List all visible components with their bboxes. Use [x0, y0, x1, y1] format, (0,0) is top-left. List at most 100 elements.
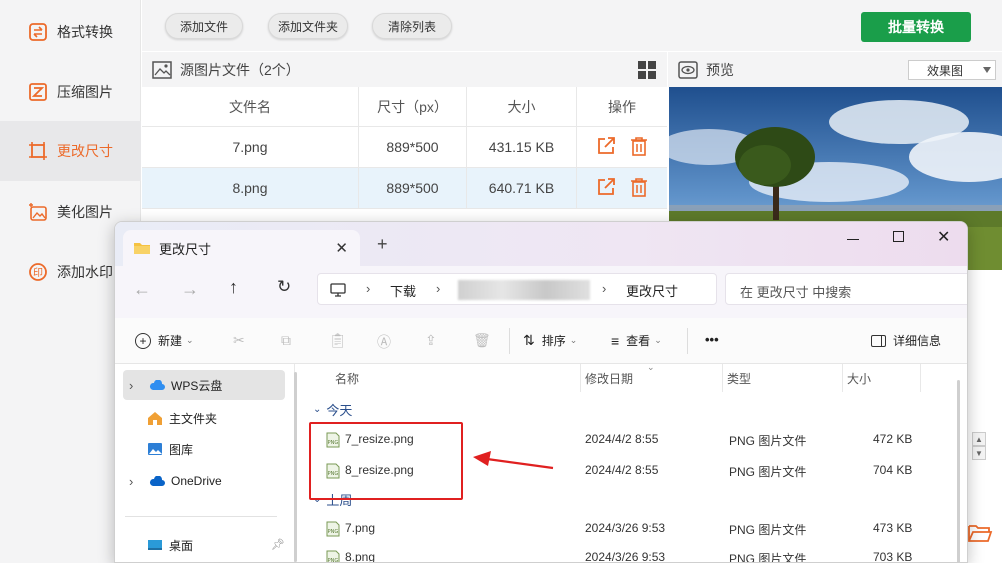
file-list-scrollbar[interactable]	[957, 380, 960, 562]
svg-text:PNG: PNG	[328, 529, 339, 535]
divider	[125, 516, 277, 517]
new-tab-icon[interactable]: +	[377, 234, 388, 255]
sort-indicator-icon: ⌄	[647, 362, 655, 372]
col-header-size[interactable]: 大小	[467, 87, 577, 127]
up-arrow-icon[interactable]: ↑	[229, 277, 238, 298]
resize-icon	[28, 141, 48, 161]
file-explorer-window: 更改尺寸 ✕ + ✕ ← → ↑ ↻ › 下载 › › 更改尺寸 在 更改尺寸 …	[114, 221, 968, 563]
breadcrumb[interactable]: › 下载 › › 更改尺寸	[317, 273, 717, 305]
nav-item-wps-cloud[interactable]: › WPS云盘	[123, 370, 285, 400]
source-row-dimensions: 889*500	[359, 168, 467, 209]
trash-icon[interactable]	[630, 136, 648, 159]
rename-icon[interactable]: Ⓐ	[377, 332, 391, 352]
pin-icon: 📌︎	[271, 539, 285, 551]
view-button[interactable]: ≡ 查看 ⌄	[611, 332, 662, 349]
preview-mode-select[interactable]: 效果图	[908, 60, 996, 80]
trash-icon[interactable]	[630, 177, 648, 200]
breadcrumb-item[interactable]: 下载	[390, 281, 416, 300]
back-arrow-icon[interactable]: ←	[133, 279, 151, 300]
source-row-filename[interactable]: 8.png	[142, 168, 359, 209]
copy-icon[interactable]: ⧉	[281, 332, 291, 349]
add-folder-button[interactable]: 添加文件夹	[268, 13, 348, 39]
blurred-path-segment	[458, 280, 590, 300]
nav-scrollbar[interactable]	[294, 372, 297, 562]
divider	[509, 328, 510, 354]
spinner-up-icon[interactable]: ▲	[972, 432, 986, 446]
source-files-header: 源图片文件（2个）	[142, 52, 667, 87]
file-name: 8.png	[345, 550, 376, 563]
col-header-filename[interactable]: 文件名	[142, 87, 359, 127]
preview-mode-value: 效果图	[927, 63, 964, 78]
more-options-icon[interactable]: •••	[705, 332, 719, 347]
sidebar-item-label: 添加水印	[57, 264, 113, 280]
col-header-type[interactable]: 类型	[723, 364, 843, 392]
open-external-icon[interactable]	[596, 136, 616, 159]
file-size: 473 KB	[873, 521, 913, 535]
eye-icon	[678, 60, 698, 79]
swap-icon	[28, 22, 48, 42]
details-button[interactable]: 详细信息	[871, 332, 941, 349]
new-button[interactable]: + 新建 ⌄	[135, 332, 194, 349]
computer-icon	[330, 283, 346, 300]
search-input[interactable]: 在 更改尺寸 中搜索	[725, 273, 967, 305]
col-header-dimensions[interactable]: 尺寸（px）	[359, 87, 467, 127]
chevron-down-icon	[983, 67, 991, 73]
paste-icon[interactable]: 📋︎	[329, 332, 347, 349]
forward-arrow-icon[interactable]: →	[181, 279, 199, 300]
source-files-title: 源图片文件（2个）	[180, 61, 300, 78]
minimize-icon[interactable]	[847, 239, 859, 240]
file-type: PNG 图片文件	[729, 552, 807, 563]
file-date: 2024/3/26 9:53	[585, 550, 666, 563]
open-folder-icon[interactable]	[967, 522, 993, 549]
gallery-icon	[147, 442, 163, 456]
source-row-dimensions: 889*500	[359, 127, 467, 168]
sidebar-item-label: 压缩图片	[57, 84, 113, 100]
clear-list-button[interactable]: 清除列表	[372, 13, 452, 39]
file-row[interactable]: PNG 7.png 2024/3/26 9:53 PNG 图片文件 473 KB	[305, 513, 945, 543]
explorer-tab[interactable]: 更改尺寸 ✕	[123, 230, 360, 266]
nav-item-desktop[interactable]: 桌面 📌︎	[123, 530, 285, 560]
delete-icon[interactable]: 🗑︎	[473, 332, 491, 349]
open-external-icon[interactable]	[596, 177, 616, 200]
maximize-icon[interactable]	[893, 231, 904, 242]
cut-icon[interactable]: ✂	[233, 332, 245, 349]
sidebar-item-compress[interactable]: 压缩图片	[0, 62, 141, 122]
col-header-name[interactable]: 名称	[305, 364, 581, 392]
nav-item-home[interactable]: 主文件夹	[123, 403, 285, 433]
source-row-filename[interactable]: 7.png	[142, 127, 359, 168]
sidebar-item-label: 美化图片	[57, 204, 113, 220]
watermark-icon: 印	[28, 262, 48, 282]
sidebar-item-format-convert[interactable]: 格式转换	[0, 2, 141, 62]
right-panel-edge	[968, 270, 1002, 563]
sidebar-item-label: 更改尺寸	[57, 143, 113, 159]
refresh-icon[interactable]: ↻	[277, 277, 291, 297]
group-header-today[interactable]: ⌄ 今天	[313, 400, 352, 419]
spinner-down-icon[interactable]: ▼	[972, 446, 986, 460]
nav-item-onedrive[interactable]: › OneDrive	[123, 466, 285, 496]
close-icon[interactable]: ✕	[937, 227, 950, 247]
source-row-actions	[577, 127, 667, 168]
batch-convert-button[interactable]: 批量转换	[861, 12, 971, 42]
close-tab-icon[interactable]: ✕	[335, 239, 348, 257]
chevron-down-icon: ⌄	[654, 335, 662, 345]
highlight-box	[309, 422, 463, 500]
file-size: 704 KB	[873, 463, 913, 477]
png-file-icon: PNG	[325, 550, 341, 562]
explorer-titlebar: 更改尺寸 ✕ + ✕	[115, 222, 967, 266]
nav-item-gallery[interactable]: 图库	[123, 434, 285, 464]
breadcrumb-item[interactable]: 更改尺寸	[626, 281, 678, 300]
compress-icon	[28, 82, 48, 102]
new-label: 新建	[158, 334, 183, 348]
sidebar-item-resize[interactable]: 更改尺寸	[0, 121, 141, 181]
col-header-size[interactable]: 大小	[843, 364, 921, 392]
sort-button[interactable]: ⇅ 排序 ⌄	[523, 332, 577, 349]
source-row-actions	[577, 168, 667, 209]
grid-view-icon[interactable]	[637, 60, 657, 83]
share-icon[interactable]: ⇪	[425, 332, 437, 349]
source-row-size: 431.15 KB	[467, 127, 577, 168]
plus-circle-icon: +	[135, 332, 151, 349]
details-pane-icon	[871, 334, 886, 347]
add-file-button[interactable]: 添加文件	[165, 13, 243, 39]
file-row[interactable]: PNG 8.png 2024/3/26 9:53 PNG 图片文件 703 KB	[305, 542, 945, 563]
file-type: PNG 图片文件	[729, 465, 807, 479]
